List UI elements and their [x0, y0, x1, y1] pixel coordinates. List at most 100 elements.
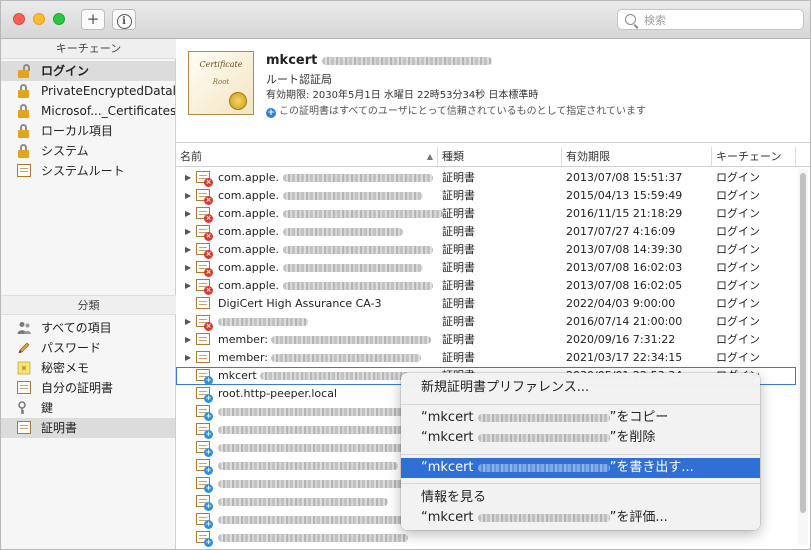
sidebar-item-label: 自分の証明書 — [41, 381, 114, 395]
certificate-icon — [196, 351, 212, 365]
cell-name: com.apple. — [218, 205, 443, 223]
certificate-icon: × — [196, 225, 213, 241]
disclosure-triangle-icon[interactable]: ▶ — [185, 349, 191, 367]
disclosure-triangle-icon[interactable]: ▶ — [185, 259, 191, 277]
cell-kind: 証明書 — [442, 351, 475, 364]
disclosure-triangle-icon[interactable]: ▶ — [185, 169, 191, 187]
trusted-badge-icon: + — [204, 520, 213, 529]
table-scrollbar[interactable] — [798, 169, 808, 545]
sidebar-item-system-roots[interactable]: システムルート — [1, 161, 175, 181]
disclosure-triangle-icon[interactable]: ▶ — [185, 205, 191, 223]
certificate-detail-panel: Certificate Root mkcert ルート認証局 有効期限: 203… — [176, 39, 810, 143]
search-input[interactable] — [642, 11, 796, 30]
disclosure-triangle-icon[interactable]: ▶ — [185, 331, 191, 349]
menu-item-delete[interactable]: “mkcert ”を削除 — [401, 428, 760, 448]
table-row[interactable]: ▶ member: 証明書 2020/09/16 7:31:22 ログイン — [176, 331, 796, 349]
cell-name: com.apple. — [218, 277, 433, 295]
certificate-art-title: Certificate — [199, 60, 243, 69]
certificate-type: ルート認証局 — [266, 73, 332, 86]
category-certificates[interactable]: 証明書 — [1, 418, 175, 438]
invalid-badge-icon: × — [204, 286, 213, 295]
table-row[interactable]: ▶ × com.apple. 証明書 2013/07/08 16:02:05 ログイン — [176, 277, 796, 295]
disclosure-triangle-icon[interactable]: ▶ — [185, 223, 191, 241]
table-row[interactable]: ▶ × com.apple. 証明書 2013/07/08 16:02:03 ログイン — [176, 259, 796, 277]
category-passwords[interactable]: パスワード — [1, 338, 175, 358]
sidebar-item-microsoft-certificates[interactable]: Microsof..._Certificates — [1, 101, 175, 121]
menu-item-export[interactable]: “mkcert ”を書き出す... — [401, 458, 760, 478]
sidebar-item-label: 秘密メモ — [41, 361, 90, 375]
invalid-badge-icon: × — [204, 268, 213, 277]
cell-name — [218, 493, 388, 511]
sidebar-item-label: 鍵 — [41, 401, 54, 415]
column-header-kind[interactable]: 種類 — [438, 147, 562, 166]
certificate-icon: + — [196, 423, 213, 439]
table-row[interactable]: ▶ × com.apple. 証明書 2016/11/15 21:18:29 ログイン — [176, 205, 796, 223]
table-row[interactable]: ▶ × com.apple. 証明書 2015/04/13 15:59:49 ログイン — [176, 187, 796, 205]
sidebar-item-label: パスワード — [41, 341, 102, 355]
info-button[interactable]: i — [112, 9, 136, 30]
disclosure-triangle-icon[interactable]: ▶ — [185, 313, 191, 331]
menu-separator — [401, 483, 760, 484]
trusted-badge-icon: + — [204, 466, 213, 475]
close-window-button[interactable] — [13, 13, 25, 25]
sidebar-item-private-encrypted[interactable]: PrivateEncryptedDatak — [1, 81, 175, 101]
category-secure-notes[interactable]: 秘密メモ — [1, 358, 175, 378]
disclosure-triangle-icon[interactable]: ▶ — [185, 241, 191, 259]
table-row[interactable]: DigiCert High Assurance CA-3 証明書 2022/04/0… — [176, 295, 796, 313]
sidebar-item-local-items[interactable]: ローカル項目 — [1, 121, 175, 141]
lock-icon — [17, 104, 32, 118]
sidebar-item-label: システムルート — [41, 164, 125, 178]
disclosure-triangle-icon[interactable]: ▶ — [185, 187, 191, 205]
cell-expires: 2020/09/16 7:31:22 — [566, 333, 676, 346]
invalid-badge-icon: × — [204, 178, 213, 187]
table-row[interactable]: + — [176, 529, 796, 547]
cell-kind: 証明書 — [442, 279, 475, 292]
cell-keychain: ログイン — [716, 297, 760, 310]
cell-expires: 2022/04/03 9:00:00 — [566, 297, 676, 310]
note-icon — [17, 361, 32, 375]
menu-item-get-info[interactable]: 情報を見る — [401, 488, 760, 508]
sidebar-item-login[interactable]: ログイン — [1, 61, 175, 81]
zoom-window-button[interactable] — [53, 13, 65, 25]
trusted-plus-icon: + — [266, 108, 276, 118]
category-my-certificates[interactable]: 自分の証明書 — [1, 378, 175, 398]
menu-item-copy[interactable]: “mkcert ”をコピー — [401, 408, 760, 428]
menu-separator — [401, 454, 760, 455]
table-row[interactable]: ▶ × com.apple. 証明書 2013/07/08 15:51:37 ログイン — [176, 169, 796, 187]
table-row[interactable]: ▶ × 証明書 2016/07/14 21:00:00 ログイン — [176, 313, 796, 331]
sidebar-item-system[interactable]: システム — [1, 141, 175, 161]
cell-keychain: ログイン — [716, 189, 760, 202]
cell-kind: 証明書 — [442, 189, 475, 202]
category-keys[interactable]: 鍵 — [1, 398, 175, 418]
my-certificate-icon — [17, 381, 32, 395]
menu-item-new-certificate-preference[interactable]: 新規証明書プリファレンス... — [401, 378, 760, 398]
disclosure-triangle-icon[interactable]: ▶ — [185, 277, 191, 295]
cell-expires: 2013/07/08 14:39:30 — [566, 243, 683, 256]
cell-kind: 証明書 — [442, 171, 475, 184]
certificate-icon: + — [196, 405, 213, 421]
category-section-header: 分類 — [1, 295, 176, 315]
table-row[interactable]: ▶ × com.apple. 証明書 2017/07/27 4:16:09 ログイン — [176, 223, 796, 241]
column-header-name[interactable]: 名前 ▲ — [176, 147, 438, 166]
category-all-items[interactable]: すべての項目 — [1, 318, 175, 338]
sidebar-item-label: システム — [41, 144, 89, 158]
column-header-keychain[interactable]: キーチェーン — [712, 147, 796, 166]
certificate-seal-icon — [229, 92, 247, 110]
sidebar-item-label: ローカル項目 — [41, 124, 114, 138]
table-row[interactable]: ▶ member: 証明書 2021/03/17 22:34:15 ログイン — [176, 349, 796, 367]
column-header-expires[interactable]: 有効期限 — [562, 147, 712, 166]
cell-name: com.apple. — [218, 241, 433, 259]
table-row[interactable]: ▶ × com.apple. 証明書 2013/07/08 14:39:30 ログイン — [176, 241, 796, 259]
trusted-badge-icon: + — [204, 484, 213, 493]
cell-name — [218, 475, 418, 493]
certificate-icon — [196, 297, 212, 311]
minimize-window-button[interactable] — [33, 13, 45, 25]
key-icon — [17, 401, 32, 415]
certificate-icon: + — [196, 531, 213, 547]
add-item-button[interactable]: + — [81, 9, 105, 30]
menu-item-evaluate[interactable]: “mkcert ”を評価... — [401, 508, 760, 528]
search-field[interactable] — [617, 9, 804, 30]
cell-name — [218, 421, 408, 439]
cell-name: com.apple. — [218, 259, 423, 277]
scrollbar-thumb[interactable] — [800, 173, 806, 513]
